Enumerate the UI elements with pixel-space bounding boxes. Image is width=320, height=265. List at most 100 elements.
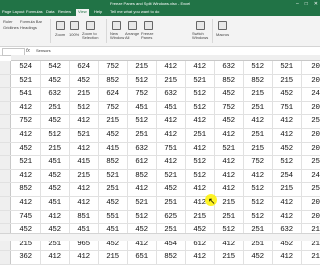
cell[interactable]: 415 <box>98 142 128 156</box>
cell[interactable]: 512 <box>185 169 215 183</box>
cell[interactable]: 541 <box>11 88 41 101</box>
cell[interactable]: 512 <box>127 115 157 128</box>
cell[interactable]: 451 <box>156 101 186 115</box>
cell[interactable]: 512 <box>243 183 273 196</box>
minimize-icon[interactable]: – <box>296 1 299 7</box>
cell[interactable]: 412 <box>214 169 244 183</box>
cell[interactable]: 20 <box>301 211 320 224</box>
row-header[interactable] <box>0 128 11 142</box>
cell[interactable]: 412 <box>272 210 302 224</box>
cell[interactable]: 521 <box>11 74 41 88</box>
cell[interactable]: 215 <box>243 88 273 101</box>
cell[interactable]: 452 <box>40 169 70 183</box>
tab-view[interactable]: View <box>76 9 89 16</box>
cell[interactable]: 215 <box>69 169 99 183</box>
arrange-all-button[interactable]: Arrange All <box>125 32 139 40</box>
cell[interactable]: 745 <box>11 210 41 224</box>
macros-button[interactable]: Macros <box>216 32 229 37</box>
cell[interactable]: 521 <box>98 169 128 183</box>
cell[interactable]: 852 <box>98 156 128 169</box>
cell[interactable]: 412 <box>11 169 41 183</box>
cell[interactable]: 452 <box>214 88 244 101</box>
cell[interactable]: 751 <box>156 142 186 156</box>
cell[interactable]: 452 <box>214 115 244 128</box>
switch-windows-icon[interactable] <box>196 21 205 30</box>
cell[interactable]: 412 <box>214 128 244 142</box>
cell[interactable]: 521 <box>214 142 244 156</box>
cell[interactable]: 542 <box>40 61 70 74</box>
zoom-100-icon[interactable] <box>70 21 79 30</box>
row-header[interactable] <box>0 251 11 264</box>
cell[interactable]: 512 <box>127 74 157 88</box>
freeze-panes-icon[interactable] <box>144 21 153 30</box>
cell[interactable]: 752 <box>214 101 244 115</box>
cell[interactable]: 215 <box>98 251 128 264</box>
tab-formulas[interactable]: Formulas <box>26 9 43 14</box>
zoom-icon[interactable] <box>56 21 65 30</box>
cell[interactable]: 412 <box>40 210 70 224</box>
cell[interactable]: 752 <box>11 115 41 128</box>
fx-icon[interactable]: fx <box>26 48 30 54</box>
row-header[interactable] <box>0 142 11 156</box>
cell[interactable]: 452 <box>69 74 99 88</box>
cell[interactable]: 624 <box>98 88 128 101</box>
cell[interactable]: 632 <box>156 88 186 101</box>
row-header[interactable] <box>0 61 11 74</box>
cell[interactable]: 215 <box>272 74 302 88</box>
cell[interactable]: 632 <box>40 88 70 101</box>
cell[interactable]: 512 <box>243 210 273 224</box>
headings-checkbox[interactable]: Headings <box>20 25 37 30</box>
cell[interactable]: 452 <box>243 251 273 264</box>
zoom-selection-icon[interactable] <box>86 21 95 30</box>
row-header[interactable] <box>0 183 11 196</box>
new-window-icon[interactable] <box>112 21 121 30</box>
cell[interactable]: 852 <box>156 251 186 264</box>
cell[interactable]: 412 <box>156 115 186 128</box>
cell[interactable]: 521 <box>11 156 41 169</box>
cell[interactable]: 612 <box>127 156 157 169</box>
cell[interactable]: 24 <box>301 170 320 183</box>
cell[interactable]: 512 <box>272 156 302 169</box>
cell[interactable]: 521 <box>156 169 186 183</box>
cell[interactable]: 452 <box>98 128 128 142</box>
tab-review[interactable]: Review <box>58 9 71 14</box>
cell[interactable]: 512 <box>127 210 157 224</box>
cell[interactable]: 521 <box>69 128 99 142</box>
cell[interactable]: 251 <box>214 210 244 224</box>
cell[interactable]: 412 <box>69 115 99 128</box>
cell[interactable]: 851 <box>69 210 99 224</box>
freeze-panes-button[interactable]: Freeze Panes <box>141 32 155 40</box>
cell[interactable]: 412 <box>11 128 41 142</box>
cell[interactable]: 251 <box>40 101 70 115</box>
ruler-checkbox[interactable]: Ruler <box>3 19 13 24</box>
cell[interactable]: 412 <box>272 251 302 264</box>
cell[interactable]: 752 <box>127 88 157 101</box>
cell[interactable]: 625 <box>156 210 186 224</box>
cell[interactable]: 752 <box>98 61 128 74</box>
cell[interactable]: 451 <box>40 156 70 169</box>
cell[interactable]: 624 <box>69 61 99 74</box>
cell[interactable]: 751 <box>272 101 302 115</box>
cell[interactable]: 452 <box>98 196 128 210</box>
zoom-100-button[interactable]: 100% <box>69 32 79 37</box>
cell[interactable]: 452 <box>40 74 70 88</box>
cell[interactable]: 452 <box>40 115 70 128</box>
cell[interactable]: 512 <box>243 196 273 210</box>
cell[interactable]: 412 <box>214 156 244 169</box>
cell[interactable]: 412 <box>272 128 302 142</box>
cell[interactable]: 752 <box>98 101 128 115</box>
cell[interactable]: 24 <box>301 88 320 101</box>
cell[interactable]: 251 <box>127 128 157 142</box>
cell[interactable]: 251 <box>185 128 215 142</box>
cell[interactable]: 215 <box>243 142 273 156</box>
cell[interactable]: 451 <box>40 196 70 210</box>
cell[interactable]: 20 <box>301 75 320 88</box>
cell[interactable]: 512 <box>243 61 273 74</box>
row-header[interactable] <box>0 101 11 115</box>
cell[interactable]: 412 <box>243 169 273 183</box>
cell[interactable]: 215 <box>185 210 215 224</box>
cell[interactable]: 521 <box>185 74 215 88</box>
cell[interactable]: 412 <box>272 115 302 128</box>
cell[interactable]: 25 <box>301 183 320 196</box>
cell[interactable]: 512 <box>185 156 215 169</box>
